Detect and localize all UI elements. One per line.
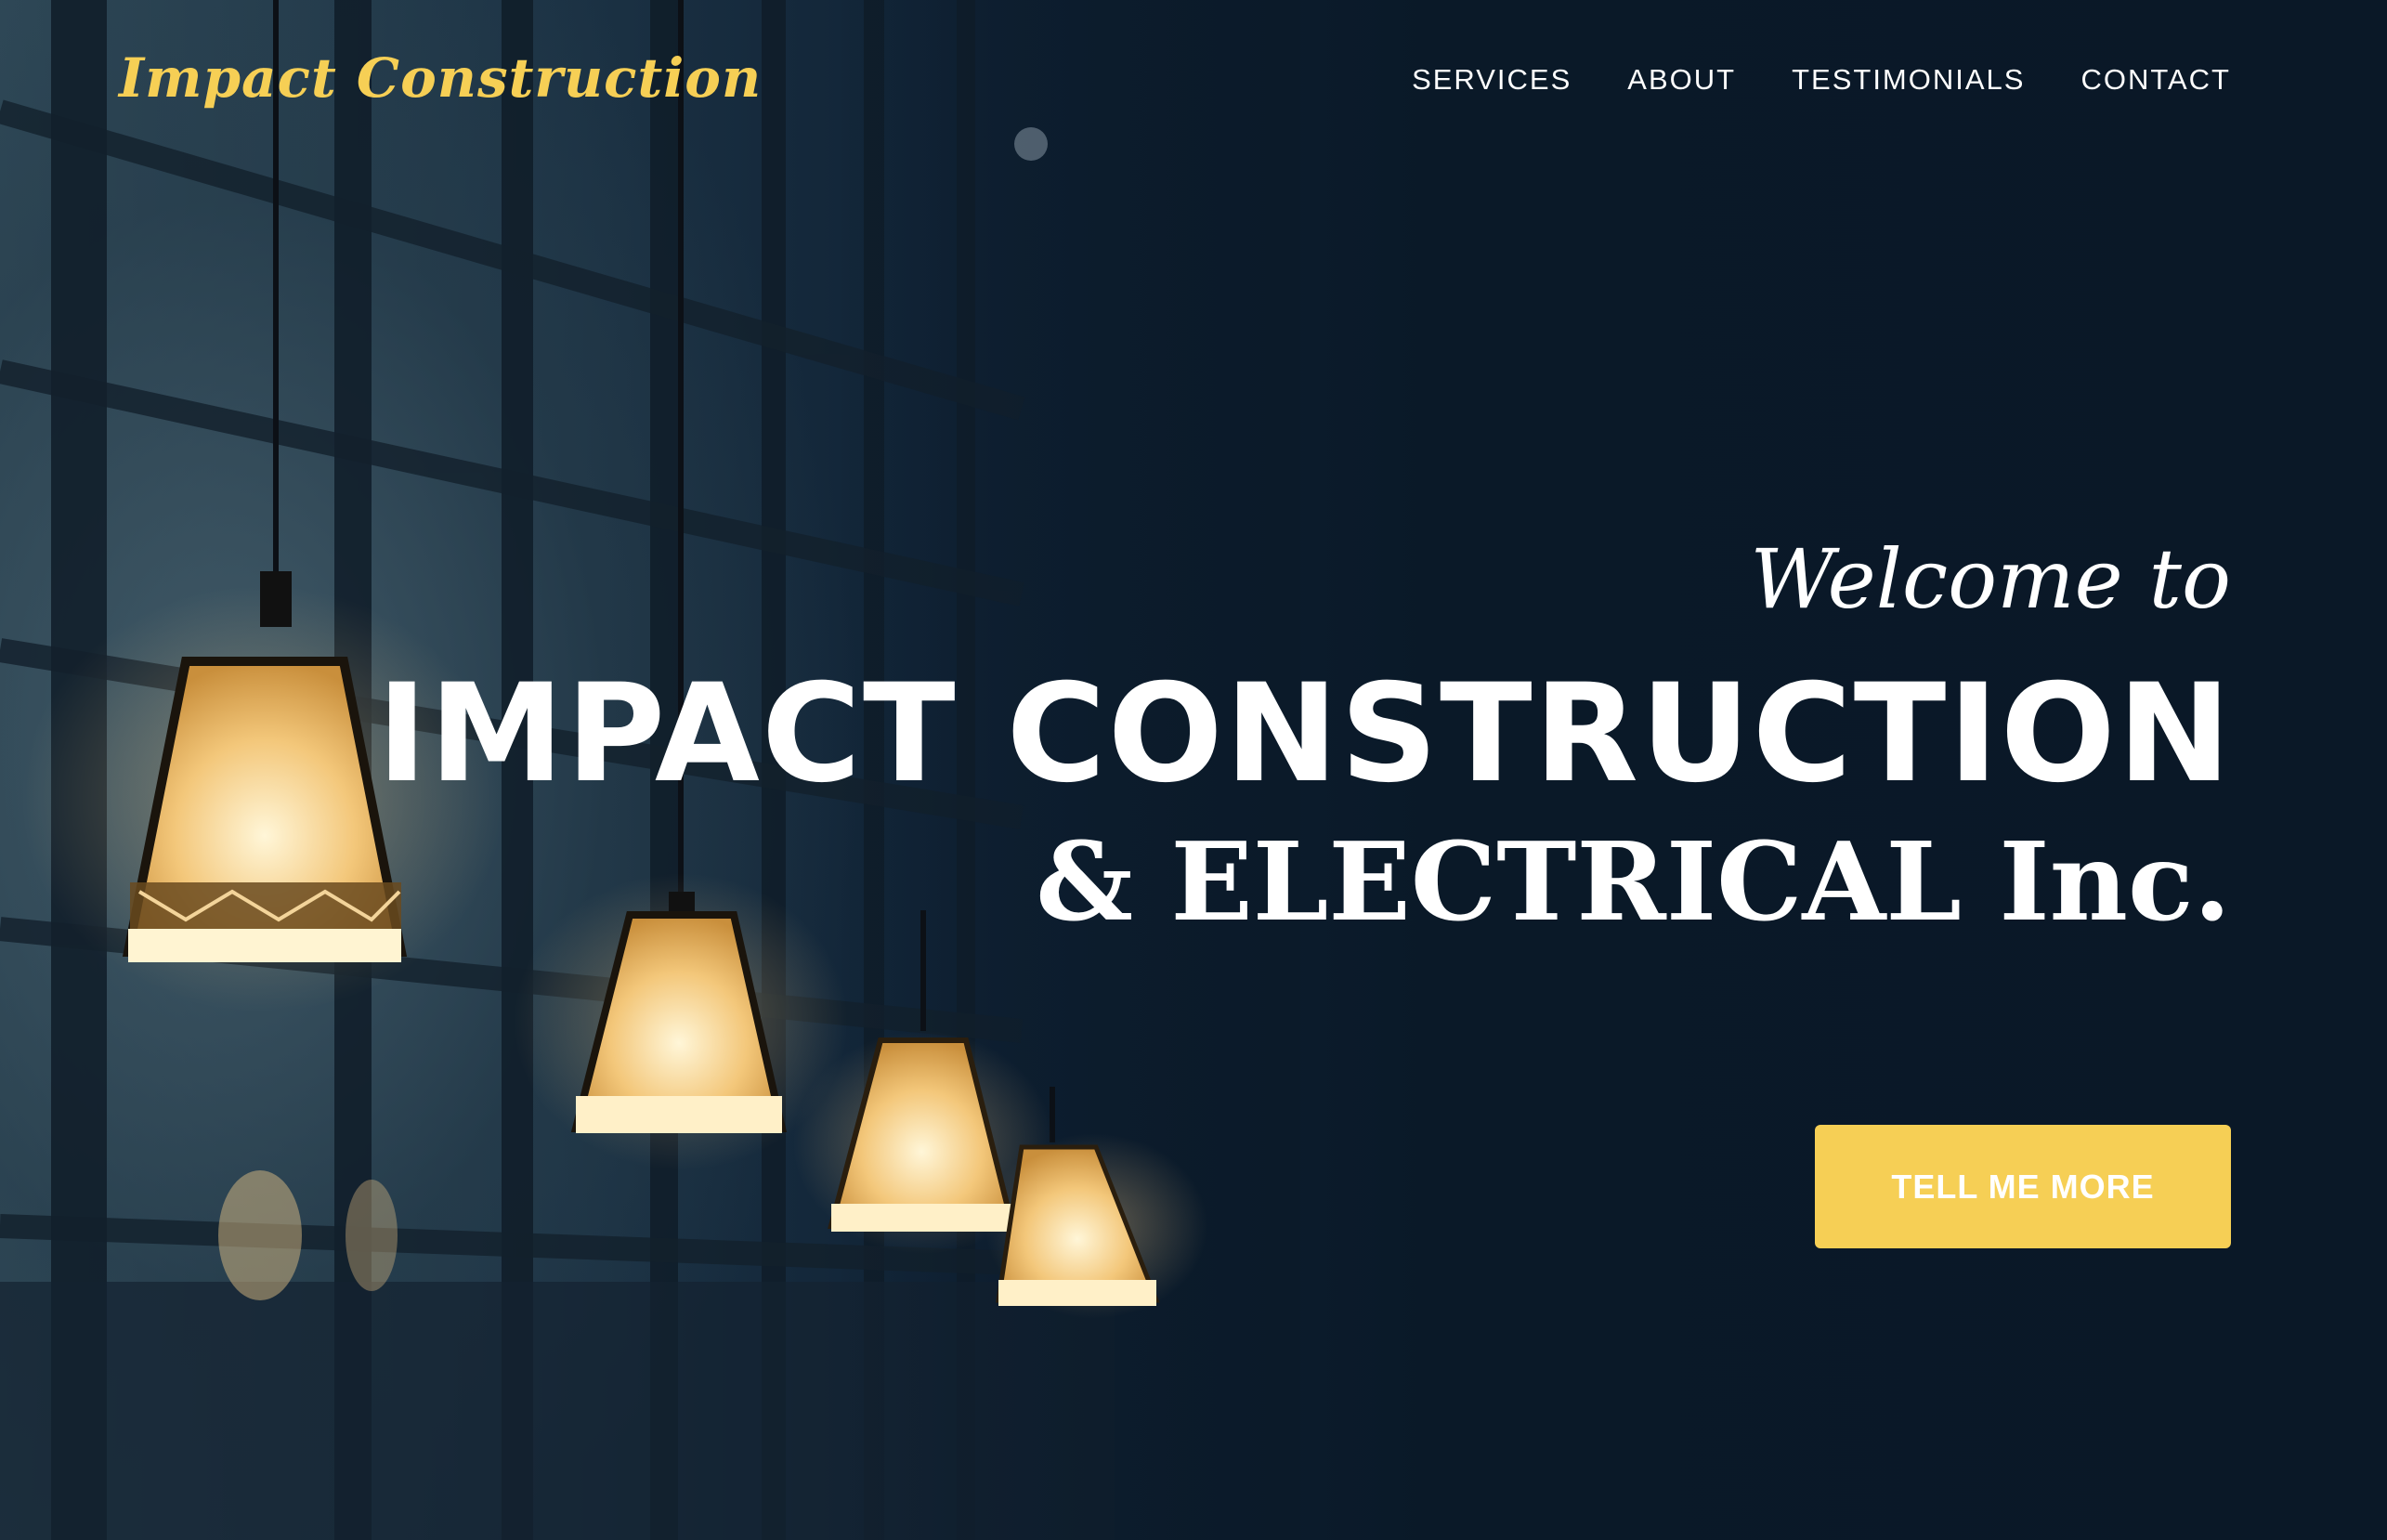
hero-subheading: & ELECTRICAL Inc.: [1036, 819, 2231, 946]
hero-headline: IMPACT CONSTRUCTION: [376, 655, 2233, 813]
brand-logo[interactable]: Impact Construction: [119, 46, 762, 110]
nav-item-services[interactable]: SERVICES: [1412, 63, 1572, 97]
hero-section: Impact Construction SERVICES ABOUT TESTI…: [0, 0, 2387, 1540]
hero-welcome-text: Welcome to: [1750, 531, 2231, 627]
nav-item-contact[interactable]: CONTACT: [2080, 63, 2231, 97]
main-nav: SERVICES ABOUT TESTIMONIALS CONTACT: [1356, 63, 2231, 97]
tell-me-more-button[interactable]: TELL ME MORE: [1815, 1125, 2231, 1248]
nav-item-about[interactable]: ABOUT: [1627, 63, 1736, 97]
nav-item-testimonials[interactable]: TESTIMONIALS: [1792, 63, 2025, 97]
